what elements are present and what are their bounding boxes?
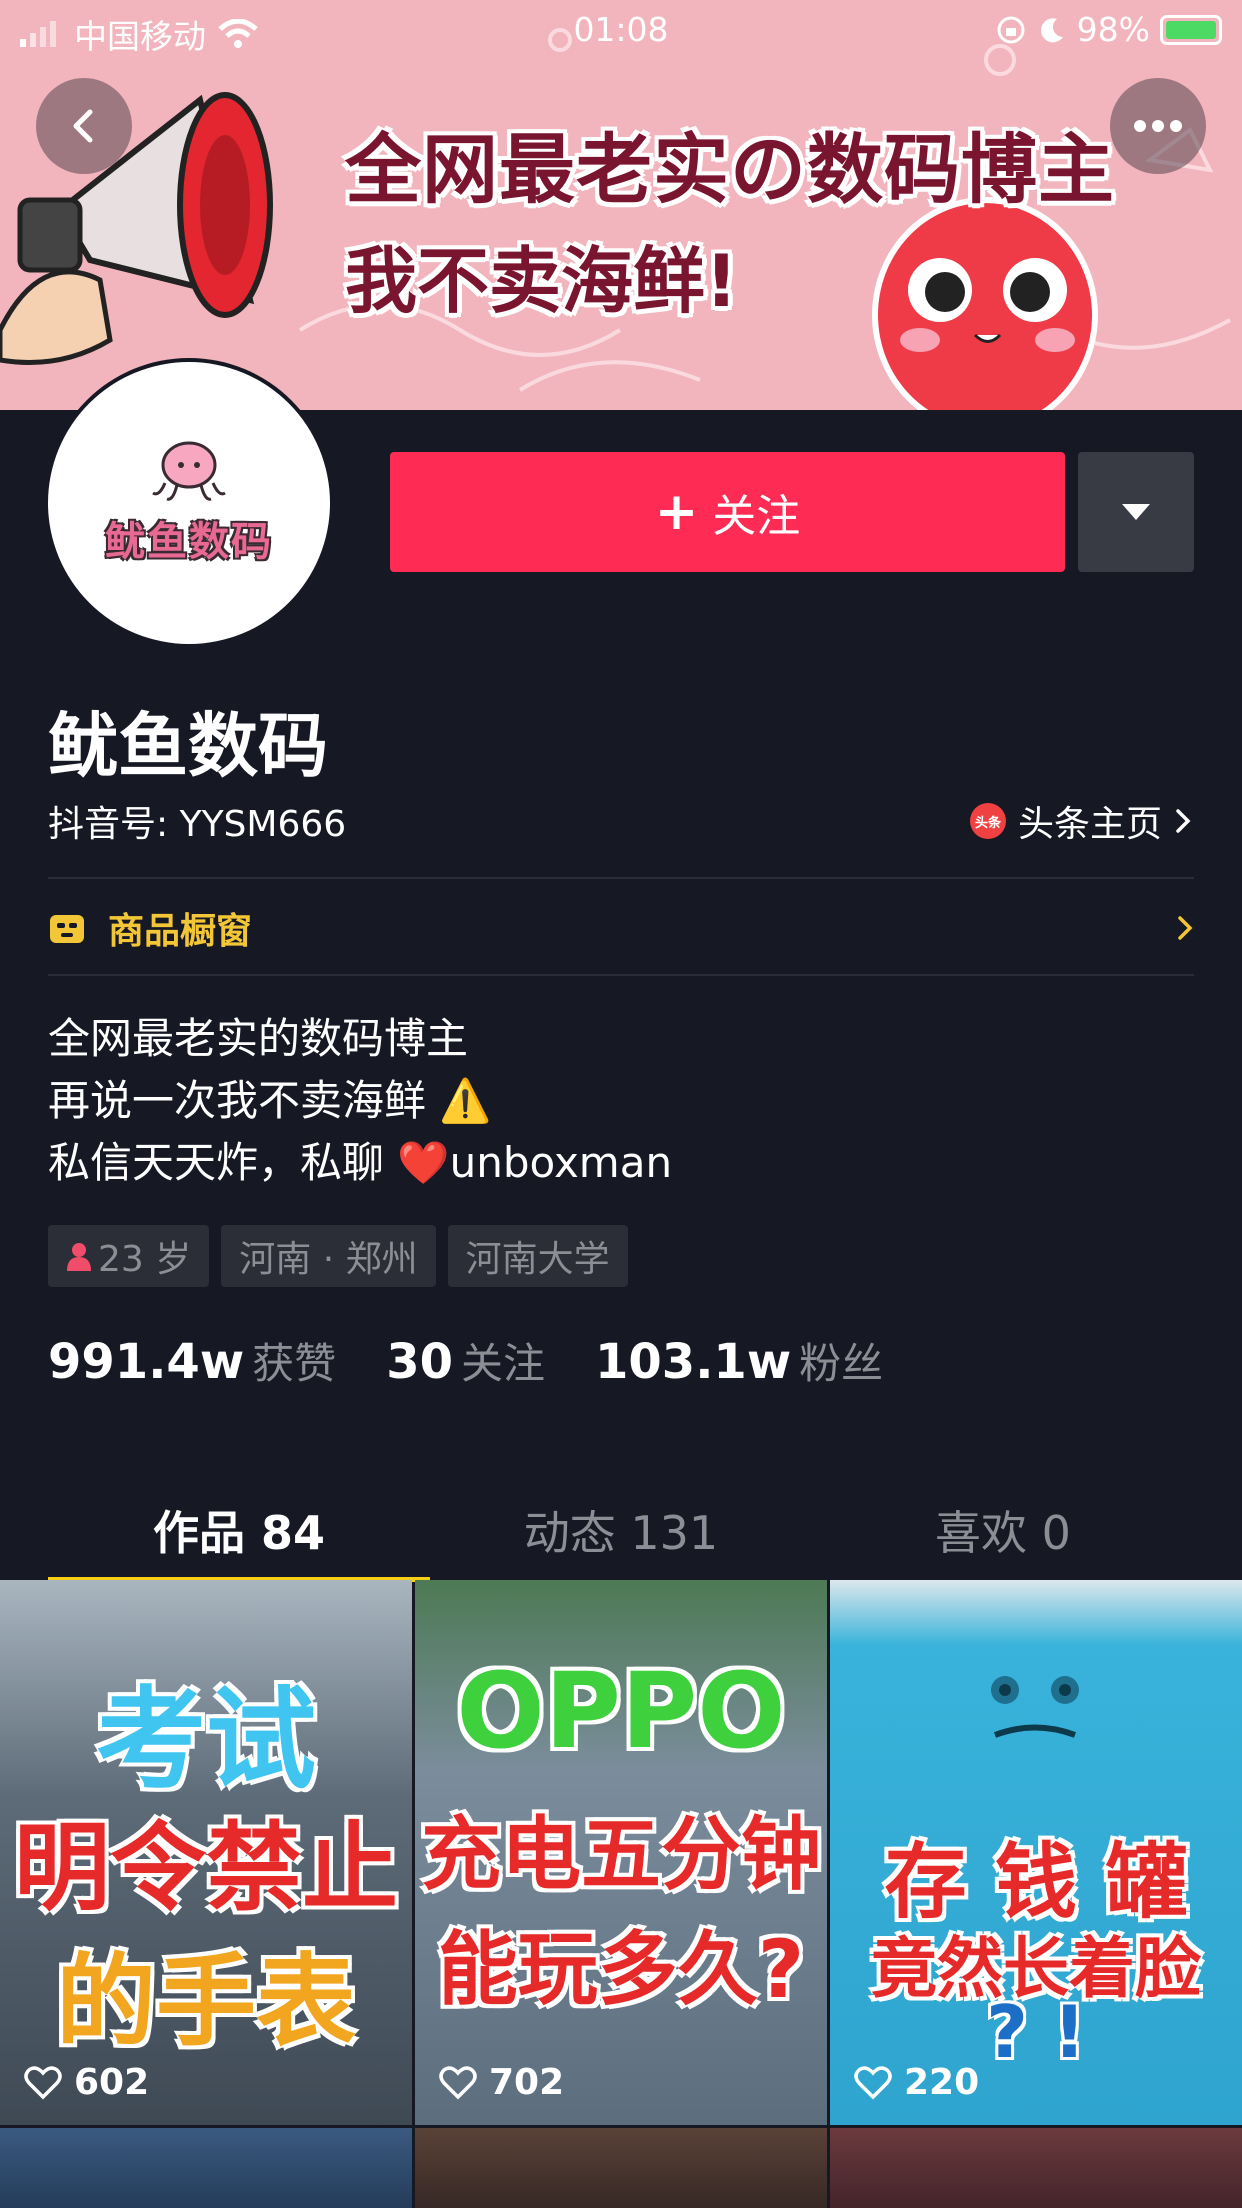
more-options-button[interactable] (1110, 78, 1206, 174)
following-stat[interactable]: 30 关注 (386, 1330, 545, 1391)
profile-stats: 991.4w 获赞 30 关注 103.1w 粉丝 (48, 1330, 933, 1391)
profile-banner: 中国移动 01:08 98% 全网最老实の数码博主 我不卖海鲜! (0, 0, 1242, 410)
toutiao-label: 头条主页 (1017, 804, 1162, 845)
bio: 全网最老实的数码博主 再说一次我不卖海鲜 ⚠️ 私信天天炸，私聊 ❤️unbox… (48, 1008, 672, 1194)
tab-works[interactable]: 作品 84 (48, 1480, 430, 1582)
thumbnail-caption: 能玩多久? (437, 1923, 805, 2016)
video-thumbnail[interactable]: 存 钱 罐 竟然长着脸 ? ! 220 (830, 1580, 1242, 2125)
battery-percent: 98% (1076, 10, 1150, 49)
heart-outline-icon (439, 2065, 477, 2099)
school-tag: 河南大学 (447, 1225, 628, 1287)
douyin-id: 抖音号: YYSM666 (48, 804, 347, 845)
followers-count: 103.1w (595, 1334, 792, 1390)
octopus-logo-icon (152, 441, 226, 501)
following-count: 30 (386, 1334, 453, 1390)
follow-button[interactable]: + 关注 (390, 452, 1065, 572)
age-tag: 23 岁 (48, 1225, 210, 1287)
follow-label: 关注 (712, 491, 801, 542)
followers-stat[interactable]: 103.1w 粉丝 (595, 1330, 883, 1391)
banner-title: 全网最老实の数码博主 (345, 125, 1115, 214)
shop-icon (50, 915, 84, 943)
divider (48, 877, 1194, 879)
toutiao-home-link[interactable]: 头条 头条主页 (969, 795, 1192, 847)
thumbnail-caption: 的手表 (56, 1943, 356, 2060)
plus-icon: + (654, 482, 699, 542)
following-label: 关注 (460, 1339, 545, 1388)
banner-subtitle: 我不卖海鲜! (345, 239, 738, 323)
battery-icon (1160, 14, 1222, 45)
video-thumbnail[interactable]: OPPO 充电五分钟 能玩多久? 702 (415, 1580, 827, 2125)
thumbnail-caption: 明令禁止 (14, 1812, 398, 1924)
avatar-label: 鱿鱼数码 (105, 519, 273, 565)
video-like-count: 220 (854, 2062, 979, 2103)
age-tag-label: 23 岁 (98, 1239, 192, 1280)
video-like-count: 702 (439, 2062, 564, 2103)
back-button[interactable] (36, 78, 132, 174)
shop-window-row[interactable]: 商品橱窗 (48, 880, 1194, 976)
piggy-bank-face-icon (991, 1676, 1079, 1738)
likes-stat: 991.4w 获赞 (48, 1330, 336, 1391)
likes-count: 991.4w (48, 1334, 245, 1390)
content-tabs: 作品 84 动态 131 喜欢 0 (48, 1480, 1194, 1582)
chevron-right-icon (1178, 916, 1193, 940)
video-thumbnail[interactable] (415, 2128, 827, 2208)
thumbnail-caption: 充电五分钟 (421, 1808, 821, 1901)
likes-label: 获赞 (252, 1339, 337, 1388)
rotation-lock-icon (997, 16, 1025, 43)
avatar[interactable]: 鱿鱼数码 (44, 358, 334, 648)
bio-line: 全网最老实的数码博主 (48, 1014, 469, 1063)
like-count-text: 220 (904, 2062, 980, 2103)
video-thumbnail[interactable] (830, 2128, 1242, 2208)
like-count-text: 702 (489, 2062, 565, 2103)
heart-outline-icon (854, 2065, 892, 2099)
shop-window-label: 商品橱窗 (108, 911, 253, 952)
thumbnail-caption: OPPO (456, 1650, 786, 1772)
heart-outline-icon (24, 2065, 62, 2099)
followers-label: 粉丝 (799, 1339, 884, 1388)
location-tag: 河南 · 郑州 (221, 1225, 436, 1287)
video-grid: 考试 明令禁止 的手表 602 OPPO 充电五分钟 能玩多久? 702 存 钱… (0, 1580, 1242, 2208)
profile-tags: 23 岁 河南 · 郑州 河南大学 (48, 1225, 628, 1287)
chevron-right-icon (1176, 809, 1191, 833)
thumbnail-caption: 考试 (96, 1676, 316, 1804)
moon-icon (1040, 17, 1063, 42)
like-count-text: 602 (74, 2062, 150, 2103)
tab-likes[interactable]: 喜欢 0 (812, 1480, 1194, 1580)
nickname: 鱿鱼数码 (48, 705, 328, 787)
divider (48, 974, 1194, 976)
more-icon (1134, 120, 1182, 132)
bio-line: 再说一次我不卖海鲜 ⚠️ (48, 1076, 492, 1125)
video-like-count: 602 (24, 2062, 149, 2103)
caret-down-icon (1122, 504, 1150, 520)
bio-line: 私信天天炸，私聊 ❤️unboxman (48, 1138, 673, 1187)
chevron-left-icon (73, 109, 93, 143)
recommend-dropdown-button[interactable] (1078, 452, 1194, 572)
tab-activity[interactable]: 动态 131 (430, 1480, 812, 1580)
video-thumbnail[interactable]: 考试 明令禁止 的手表 602 (0, 1580, 412, 2125)
toutiao-badge-icon: 头条 (969, 803, 1006, 839)
video-thumbnail[interactable] (0, 2128, 412, 2208)
status-bar: 中国移动 01:08 98% (0, 0, 1242, 60)
female-gender-icon (67, 1243, 91, 1271)
